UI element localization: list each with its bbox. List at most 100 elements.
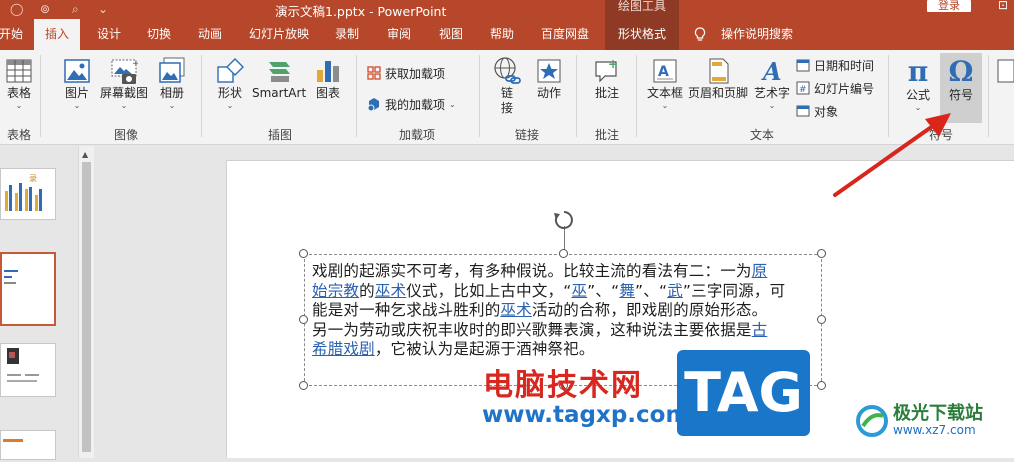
text-run: ”、“ [635,281,668,300]
tab-help[interactable]: 帮助 [487,19,517,50]
shapes-button[interactable]: 形状 ⌄ [212,56,248,110]
tab-view[interactable]: 视图 [436,19,466,50]
tab-insert[interactable]: 插入 [34,19,80,50]
tab-record[interactable]: 录制 [332,19,362,50]
autosave-icon[interactable]: ◯ [10,2,23,16]
chevron-down-icon: ⌄ [120,101,128,110]
tab-home[interactable]: 开始 [0,19,24,50]
textbox-label: 文本框 [646,86,683,100]
scroll-thumb[interactable] [82,162,91,452]
tab-shape-format[interactable]: 形状格式 [605,19,679,50]
action-button[interactable]: 动作 [531,56,567,101]
resize-handle[interactable] [817,315,826,324]
equation-button[interactable]: π 公式 ⌄ [899,56,937,113]
tell-me-search[interactable]: 操作说明搜索 [718,19,796,50]
title-bar: ◯ ⊚ ⌕ ⌄ 演示文稿1.pptx - PowerPoint 绘图工具 登录 … [0,0,1014,19]
tab-slideshow[interactable]: 幻灯片放映 [245,19,313,50]
photo-album-button[interactable]: 相册 ⌄ [154,56,190,110]
paragraph-line: 能是对一种乞求战斗胜利的巫术活动的合称，即戏剧的原始形态。 [312,301,812,321]
restore-icon[interactable]: ⊡ [998,0,1008,12]
tab-transitions[interactable]: 切换 [143,19,175,50]
chevron-down-icon: ⌄ [73,101,81,110]
annotation-arrow-icon [833,113,951,197]
chart-button[interactable]: 图表 [310,56,346,101]
slide-thumbnail-4[interactable] [0,430,56,460]
thumb-text-preview [4,270,18,284]
customize-qat-icon[interactable]: ⌄ [98,2,108,16]
lightbulb-icon [694,27,706,41]
my-addins-button[interactable]: 我的加载项 ⌄ [367,95,456,113]
header-footer-label: 页眉和页脚 [687,86,748,100]
slide-thumbnail-2[interactable] [0,252,56,326]
scroll-up-icon[interactable]: ▲ [82,150,88,159]
link-button[interactable]: 链 接 [489,56,525,116]
hyperlink[interactable]: 古 [752,321,768,339]
wordart-button[interactable]: A 艺术字 ⌄ [752,56,792,110]
slide-thumbnail-1[interactable]: 录 [0,168,56,220]
table-button[interactable]: 表格 ⌄ [2,56,36,110]
ribbon-tabs: 开始 插入 设计 切换 动画 幻灯片放映 录制 审阅 视图 帮助 百度网盘 形状… [0,19,1014,50]
watermark-url: www.tagxp.com [482,402,690,428]
store-icon [367,66,381,80]
tab-design[interactable]: 设计 [92,19,126,50]
thumb-title: 录 [29,174,37,183]
my-addins-label: 我的加载项 [385,97,446,112]
hyperlink[interactable]: 巫术 [500,301,531,319]
header-footer-button[interactable]: 页眉和页脚 [686,56,750,101]
hyperlink[interactable]: 原 [752,262,768,280]
svg-text:A: A [658,64,669,80]
paragraph-line: 戏剧的起源实不可考，有多种假说。比较主流的看法有二：一为原 [312,262,812,282]
resize-handle[interactable] [299,315,308,324]
slide-thumbnail-panel[interactable]: 录 [0,146,78,460]
slide-paragraph[interactable]: 戏剧的起源实不可考，有多种假说。比较主流的看法有二：一为原 始宗教的巫术仪式，比如… [312,262,812,360]
resize-handle[interactable] [299,381,308,390]
picture-button[interactable]: 图片 ⌄ [60,56,94,110]
wordart-label: 艺术字 [753,86,790,100]
comment-button[interactable]: + 批注 [589,56,625,101]
comment-icon: + [595,57,618,83]
slide-number-button[interactable]: # 幻灯片编号 [796,79,874,97]
textbox-button[interactable]: A 文本框 ⌄ [644,56,686,110]
login-button[interactable]: 登录 [927,0,971,12]
group-divider [40,55,41,137]
header-footer-icon [709,58,729,84]
hyperlink[interactable]: 始宗教 [312,282,359,300]
resize-handle[interactable] [817,249,826,258]
group-label-table: 表格 [6,128,31,142]
resize-handle[interactable] [559,249,568,258]
tab-baidu-netdisk[interactable]: 百度网盘 [537,19,593,50]
photo-album-icon [159,57,185,83]
text-run: ，它被认为是起源于酒神祭祀。 [374,340,595,358]
resize-handle[interactable] [817,381,826,390]
media-icon [997,59,1014,83]
find-icon[interactable]: ⌕ [72,2,79,17]
chart-label: 图表 [315,86,340,100]
hyperlink[interactable]: 武 [667,282,683,300]
hyperlink[interactable]: 希腊戏剧 [312,340,375,358]
watermark-tag-logo: TAG [677,350,810,436]
equation-label: 公式 [905,88,930,102]
tab-animations[interactable]: 动画 [193,19,227,50]
svg-text:+: + [608,57,618,71]
hyperlink[interactable]: 巫术 [375,282,406,300]
screenshot-button[interactable]: + 屏幕截图 ⌄ [98,56,150,110]
tab-review[interactable]: 审阅 [384,19,414,50]
watermark-text: 电脑技术网 [483,368,643,403]
media-button[interactable] [994,56,1014,86]
get-addins-button[interactable]: 获取加载项 [367,64,445,82]
hyperlink[interactable]: 巫 [571,282,587,300]
chevron-down-icon: ⌄ [168,101,176,110]
presenter-icon[interactable]: ⊚ [40,2,50,16]
textbox-icon: A [653,59,677,83]
action-label: 动作 [536,86,561,100]
resize-handle[interactable] [299,249,308,258]
slide-thumbnail-3[interactable] [0,343,56,397]
thumbnail-scrollbar[interactable]: ▲ [78,146,94,458]
rotate-handle-icon[interactable] [552,208,576,232]
photo-album-label: 相册 [159,86,184,100]
hyperlink[interactable]: 舞 [619,282,635,300]
smartart-button[interactable]: SmartArt [252,56,306,101]
group-label-text: 文本 [749,128,774,142]
date-time-button[interactable]: 日期和时间 [796,56,874,74]
group-divider [356,55,357,137]
